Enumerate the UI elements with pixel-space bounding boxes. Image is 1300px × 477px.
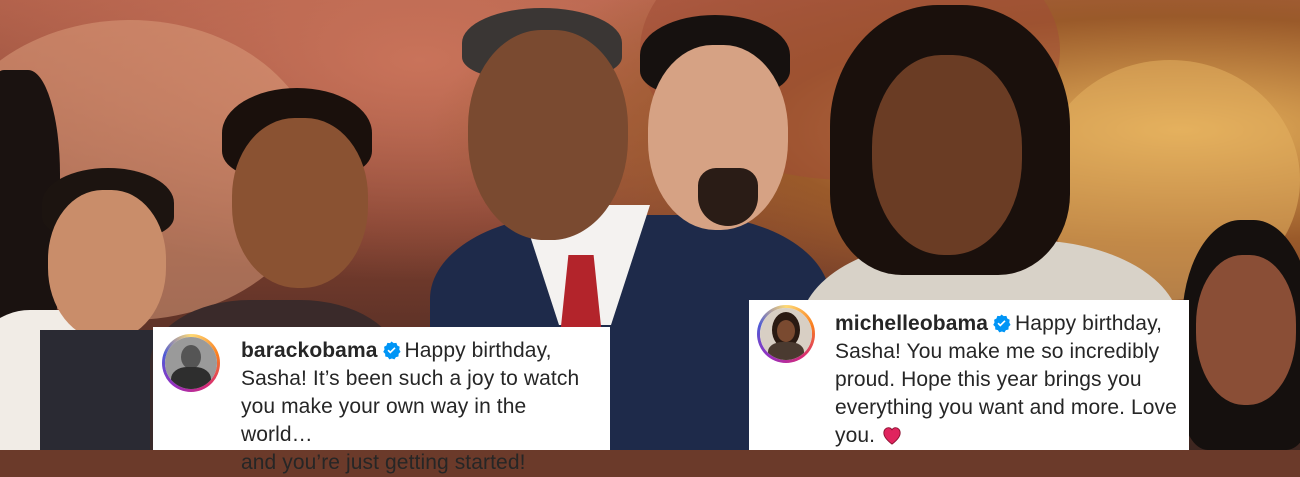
caption-text: michelleobama Happy birthday, Sasha! You …: [835, 310, 1185, 450]
caption-line: everything you want and more. Love: [835, 396, 1177, 419]
instagram-caption-barackobama: barackobama Happy birthday, Sasha! It’s b…: [153, 327, 610, 474]
avatar-photo: [760, 308, 812, 360]
avatar-barackobama[interactable]: [162, 334, 220, 392]
caption-line: Sasha! You make me so incredibly: [835, 340, 1160, 363]
caption-text: barackobama Happy birthday, Sasha! It’s b…: [241, 337, 601, 477]
caption-line: Happy birthday,: [404, 339, 552, 362]
instagram-caption-michelleobama: michelleobama Happy birthday, Sasha! You …: [749, 300, 1189, 450]
verified-badge-icon: [382, 341, 401, 360]
caption-line: you.: [835, 424, 876, 447]
avatar-michelleobama[interactable]: [757, 305, 815, 363]
avatar-photo: [165, 337, 217, 389]
caption-line: proud. Hope this year brings you: [835, 368, 1142, 391]
caption-line: and you’re just getting started!: [241, 451, 526, 474]
caption-line: you make your own way in the world…: [241, 395, 527, 446]
verified-badge-icon: [993, 314, 1011, 333]
username-link[interactable]: barackobama: [241, 339, 378, 362]
red-heart-emoji-icon: [883, 427, 901, 445]
caption-line: Sasha! It’s been such a joy to watch: [241, 367, 580, 390]
username-link[interactable]: michelleobama: [835, 312, 988, 335]
caption-line: Happy birthday,: [1015, 312, 1163, 335]
